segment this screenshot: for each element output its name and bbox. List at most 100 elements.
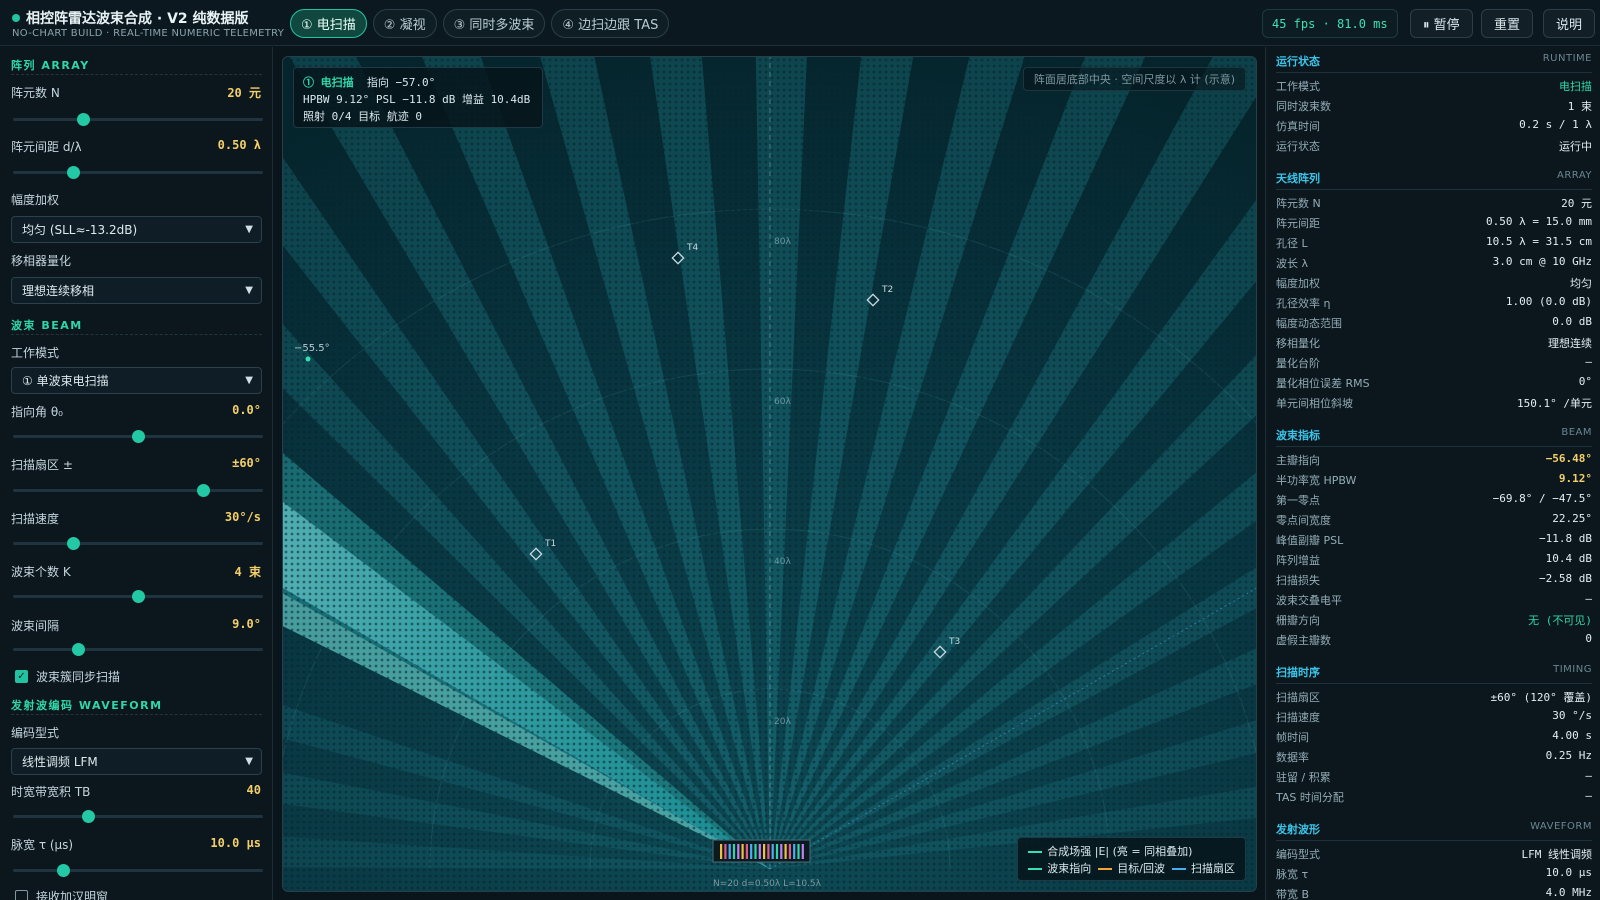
tab-stare[interactable]: ② 凝视 bbox=[372, 9, 437, 38]
hamming-checkbox[interactable] bbox=[15, 890, 28, 900]
telemetry-section-title: 扫描时序 TIMING bbox=[1276, 664, 1592, 684]
telemetry-key: 波束交叠电平 bbox=[1276, 594, 1342, 607]
telemetry-value: ±60° (120° 覆盖) bbox=[1490, 691, 1592, 704]
slider-thumb[interactable] bbox=[82, 810, 95, 823]
tab-tas[interactable]: ④ 边扫边跟 TAS bbox=[551, 9, 670, 38]
n-slider[interactable] bbox=[13, 113, 263, 126]
array-frame bbox=[712, 839, 811, 863]
telemetry-key: 工作模式 bbox=[1276, 80, 1320, 93]
telemetry-section-title: 波束指标 BEAM bbox=[1276, 427, 1592, 447]
beam-field-view[interactable]: 80λ 60λ 40λ 20λ T1 T2 T3 T4 −55.5° ① 电扫描 指向 −57.… bbox=[282, 56, 1257, 892]
telemetry-row: 半功率宽 HPBW 9.12° bbox=[1276, 472, 1592, 490]
control-panel: 阵列 ARRAY 阵元数 N 20 元 阵元间距 d/λ 0.50 λ 幅度加权… bbox=[0, 47, 273, 900]
telemetry-row: 运行状态 运行中 bbox=[1276, 138, 1592, 156]
section-tag: WAVEFORM bbox=[1530, 821, 1592, 832]
k-label: 波束个数 K bbox=[11, 565, 71, 579]
telemetry-row: 扫描扇区 ±60° (120° 覆盖) bbox=[1276, 689, 1592, 707]
telemetry-value: 0.50 λ = 15.0 mm bbox=[1486, 215, 1592, 228]
telemetry-value: 0 bbox=[1585, 632, 1592, 645]
top-bar: 相控阵雷达波束合成 · V2 纯数据版 NO-CHART BUILD · REA… bbox=[0, 0, 1600, 46]
telemetry-key: 帧时间 bbox=[1276, 731, 1309, 744]
d-slider[interactable] bbox=[13, 166, 263, 179]
telemetry-key: 幅度动态范围 bbox=[1276, 317, 1342, 330]
telemetry-key: 量化台阶 bbox=[1276, 357, 1320, 370]
array-element bbox=[793, 844, 796, 859]
tab-electronic-scan[interactable]: ① 电扫描 bbox=[290, 9, 367, 38]
telemetry-row: 量化相位误差 RMS 0° bbox=[1276, 375, 1592, 393]
tau-value: 10.0 µs bbox=[210, 836, 261, 850]
slider-thumb[interactable] bbox=[72, 643, 85, 656]
gap-slider[interactable] bbox=[13, 643, 263, 656]
array-element bbox=[750, 844, 753, 859]
weight-select[interactable]: 均匀 (SLL≈-13.2dB) ▼ bbox=[11, 216, 262, 243]
slider-thumb[interactable] bbox=[197, 484, 210, 497]
section-title-text: 波束指标 bbox=[1276, 429, 1320, 442]
theta-slider[interactable] bbox=[13, 430, 263, 443]
tb-value: 40 bbox=[246, 783, 261, 797]
target-label: T4 bbox=[686, 243, 698, 253]
slider-thumb[interactable] bbox=[132, 430, 145, 443]
legend-swatch bbox=[1098, 868, 1113, 870]
array-element bbox=[801, 844, 804, 859]
array-element bbox=[784, 844, 787, 859]
sync-label: 波束簇同步扫描 bbox=[36, 670, 121, 684]
slider-thumb[interactable] bbox=[132, 590, 145, 603]
array-element bbox=[724, 844, 727, 859]
chevron-down-icon: ▼ bbox=[245, 224, 253, 235]
slider-thumb[interactable] bbox=[67, 537, 80, 550]
telemetry-key: 阵元间距 bbox=[1276, 217, 1320, 230]
slider-thumb[interactable] bbox=[57, 864, 70, 877]
quant-select[interactable]: 理想连续移相 ▼ bbox=[11, 277, 262, 304]
tab-multi-beam[interactable]: ③ 同时多波束 bbox=[442, 9, 546, 38]
telemetry-key: 移相量化 bbox=[1276, 337, 1320, 350]
tb-slider[interactable] bbox=[13, 810, 263, 823]
section-tag: TIMING bbox=[1553, 664, 1592, 675]
telemetry-value: −69.8° / −47.5° bbox=[1492, 492, 1592, 505]
legend: 合成场强 |E| (亮 = 同相叠加) 波束指向 目标/回波 扫描扇区 bbox=[1017, 837, 1246, 881]
telemetry-row: 驻留 / 积累 — bbox=[1276, 769, 1592, 787]
speed-label: 扫描速度 bbox=[11, 512, 60, 526]
telemetry-key: 量化相位误差 RMS bbox=[1276, 377, 1370, 390]
mode-select[interactable]: ① 单波束电扫描 ▼ bbox=[11, 367, 262, 394]
app-title: 相控阵雷达波束合成 · V2 纯数据版 bbox=[12, 8, 249, 28]
telemetry-row: 零点间宽度 22.25° bbox=[1276, 512, 1592, 530]
mode-select-value: ① 单波束电扫描 bbox=[22, 374, 109, 388]
target-label: T2 bbox=[881, 285, 893, 295]
telemetry-row: 工作模式 电扫描 bbox=[1276, 78, 1592, 96]
legend-swatch bbox=[1028, 851, 1043, 853]
telemetry-value: — bbox=[1585, 355, 1592, 368]
legend-sector: 扫描扇区 bbox=[1191, 862, 1235, 875]
array-element bbox=[737, 844, 740, 859]
target-label: T1 bbox=[544, 539, 556, 549]
sync-checkbox[interactable]: ✓ bbox=[15, 670, 28, 683]
speed-slider[interactable] bbox=[13, 537, 263, 550]
range-label: 80λ bbox=[774, 237, 791, 247]
tb-label: 时宽带宽积 TB bbox=[11, 785, 91, 799]
section-title-text: 天线阵列 bbox=[1276, 172, 1320, 185]
legend-field: 合成场强 |E| (亮 = 同相叠加) bbox=[1047, 845, 1193, 858]
target-label: T3 bbox=[948, 637, 960, 647]
reset-button[interactable]: 重置 bbox=[1481, 9, 1534, 38]
telemetry-key: 孔径效率 η bbox=[1276, 297, 1331, 310]
telemetry-key: 阵元数 N bbox=[1276, 197, 1321, 210]
telemetry-key: 扫描速度 bbox=[1276, 711, 1320, 724]
telemetry-value: 9.12° bbox=[1558, 472, 1592, 485]
telemetry-key: 单元间相位斜坡 bbox=[1276, 397, 1353, 410]
k-value: 4 束 bbox=[234, 565, 261, 579]
telemetry-row: 阵列增益 10.4 dB bbox=[1276, 552, 1592, 570]
array-element bbox=[763, 844, 766, 859]
telemetry-value: 10.0 µs bbox=[1545, 866, 1592, 879]
telemetry-key: 扫描扇区 bbox=[1276, 691, 1320, 704]
pause-button[interactable]: ⏸ 暂停 bbox=[1410, 9, 1473, 38]
slider-thumb[interactable] bbox=[67, 166, 80, 179]
code-select[interactable]: 线性调频 LFM ▼ bbox=[11, 748, 262, 775]
k-slider[interactable] bbox=[13, 590, 263, 603]
sector-slider[interactable] bbox=[13, 484, 263, 497]
tau-slider[interactable] bbox=[13, 864, 263, 877]
telemetry-value: −2.58 dB bbox=[1539, 572, 1592, 585]
field-canvas: 80λ 60λ 40λ 20λ T1 T2 T3 T4 −55.5° bbox=[283, 57, 1256, 891]
telemetry-key: 数据率 bbox=[1276, 751, 1309, 764]
array-element bbox=[745, 844, 748, 859]
slider-thumb[interactable] bbox=[77, 113, 90, 126]
help-button[interactable]: 说明 bbox=[1543, 9, 1596, 38]
